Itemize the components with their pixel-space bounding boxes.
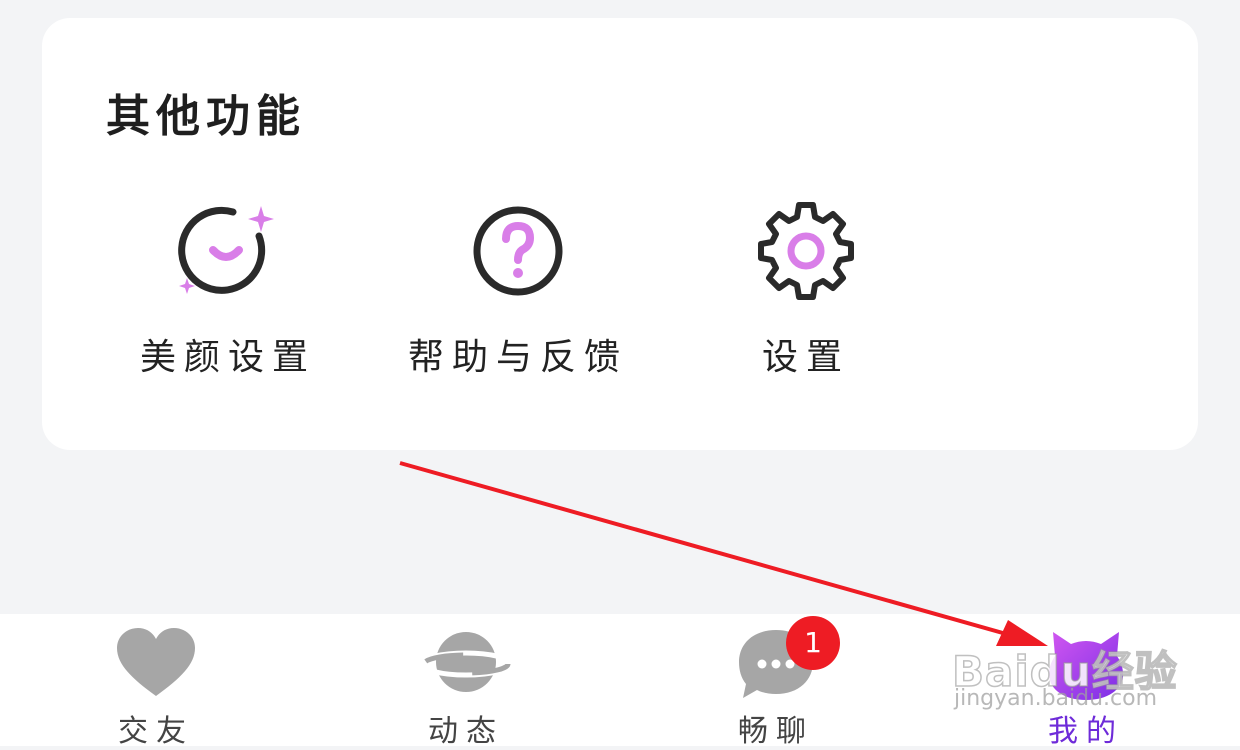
tab-friends[interactable]: 交友: [56, 614, 256, 749]
gear-icon: [758, 202, 854, 300]
feature-label: 设置: [761, 337, 850, 378]
tab-moments[interactable]: 动态: [366, 614, 566, 749]
other-features-card: 其他功能 美颜设置 帮助与反馈 设置: [42, 18, 1198, 450]
feature-settings[interactable]: 设置: [686, 196, 926, 416]
feature-help-feedback[interactable]: 帮助与反馈: [398, 196, 638, 416]
tab-mine[interactable]: 我的: [986, 614, 1186, 749]
help-question-icon: [473, 206, 563, 296]
beauty-smile-sparkle-icon: [178, 206, 274, 294]
bottom-tab-bar: 交友 动态 1 畅聊 我的: [0, 614, 1240, 749]
unread-badge: 1: [786, 616, 840, 670]
tab-label: 我的: [1048, 714, 1124, 749]
section-title: 其他功能: [106, 91, 306, 142]
heart-icon: [117, 628, 195, 696]
tab-chat[interactable]: 1 畅聊: [676, 614, 876, 749]
tab-label: 畅聊: [738, 714, 814, 749]
planet-icon: [421, 632, 511, 692]
feature-label: 美颜设置: [139, 337, 316, 378]
feature-beauty-settings[interactable]: 美颜设置: [108, 196, 348, 416]
cat-profile-icon: [1049, 632, 1123, 700]
feature-label: 帮助与反馈: [407, 337, 628, 378]
tab-label: 交友: [118, 714, 194, 749]
tab-label: 动态: [428, 714, 504, 749]
